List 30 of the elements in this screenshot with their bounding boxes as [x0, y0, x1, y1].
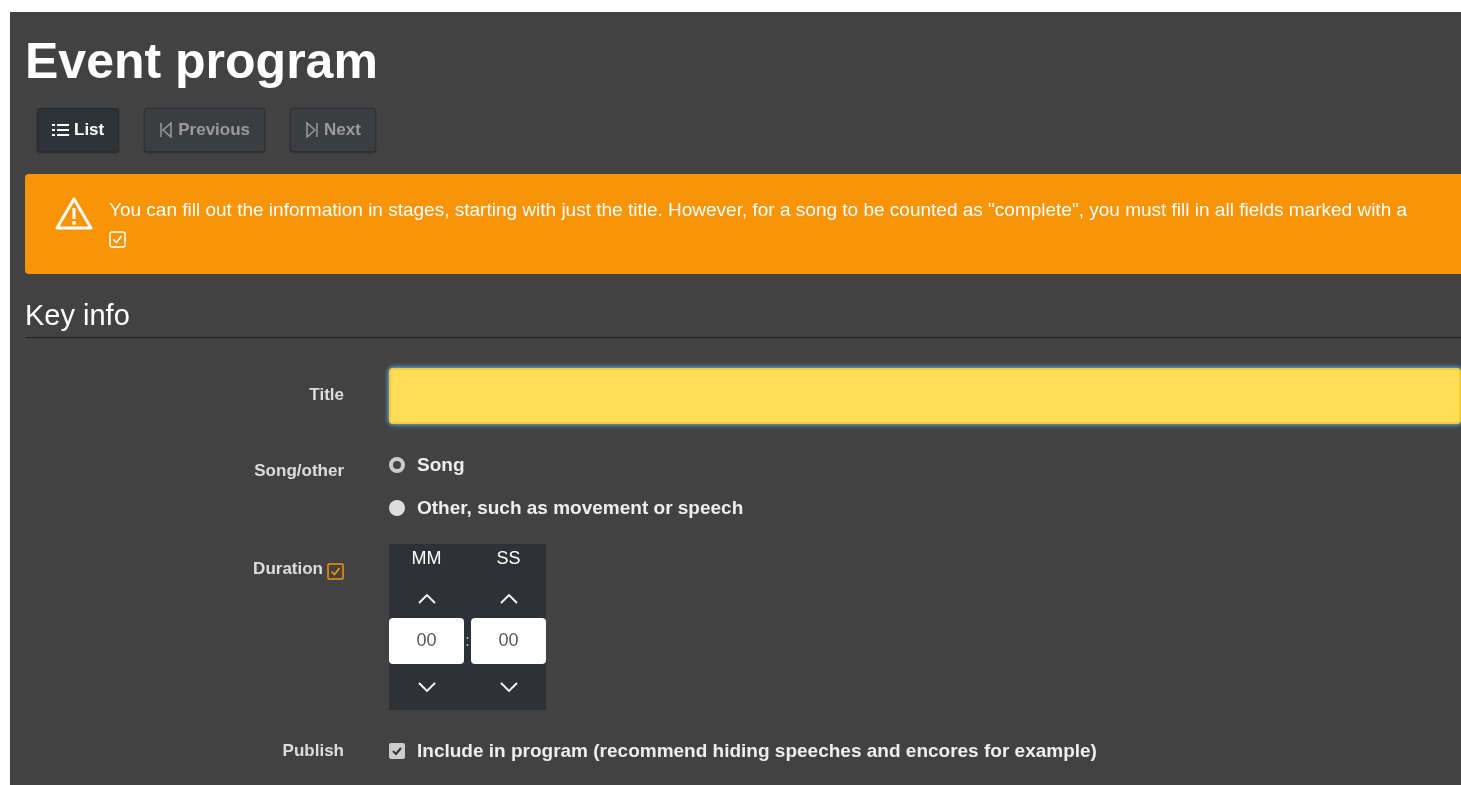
checkbox-icon: [327, 562, 344, 580]
time-separator: :: [464, 632, 471, 649]
time-input[interactable]: 00: [471, 617, 546, 664]
column-header: SS: [495, 546, 522, 570]
option-label[interactable]: Other, such as movement or speech: [417, 494, 744, 523]
column-header: MM: [410, 546, 443, 570]
time-input[interactable]: 00: [389, 617, 464, 664]
field-label: Title: [309, 384, 344, 404]
skip-back-icon: [159, 122, 174, 138]
chevron-up-icon[interactable]: [498, 592, 519, 605]
field-label: Duration: [253, 558, 323, 578]
alert-text: You can fill out the information in stages, starting with just the title. However, for a song to be counted as "complete", you must fill in all fields marked with a: [109, 199, 1408, 220]
list-icon: [52, 122, 69, 138]
list-button[interactable]: List: [37, 108, 120, 152]
page-title: Event program: [25, 36, 379, 86]
chevron-down-icon[interactable]: [416, 680, 437, 693]
checkbox-icon: [109, 231, 126, 249]
radio-button[interactable]: [389, 457, 405, 474]
chevron-down-icon[interactable]: [498, 680, 519, 693]
section-heading: Key info: [25, 298, 1461, 338]
option-label[interactable]: Song: [417, 451, 465, 480]
skip-forward-icon: [305, 122, 320, 138]
field-label: Song/other: [254, 460, 344, 480]
warning-icon: [55, 196, 93, 230]
checkbox-label[interactable]: Include in program (recommend hiding speeches and encores for example): [417, 737, 1097, 766]
title-input[interactable]: [389, 367, 1461, 424]
checkbox[interactable]: [389, 743, 405, 760]
field-label: Publish: [282, 740, 344, 760]
chevron-up-icon[interactable]: [416, 592, 437, 605]
radio-button[interactable]: [389, 500, 405, 517]
